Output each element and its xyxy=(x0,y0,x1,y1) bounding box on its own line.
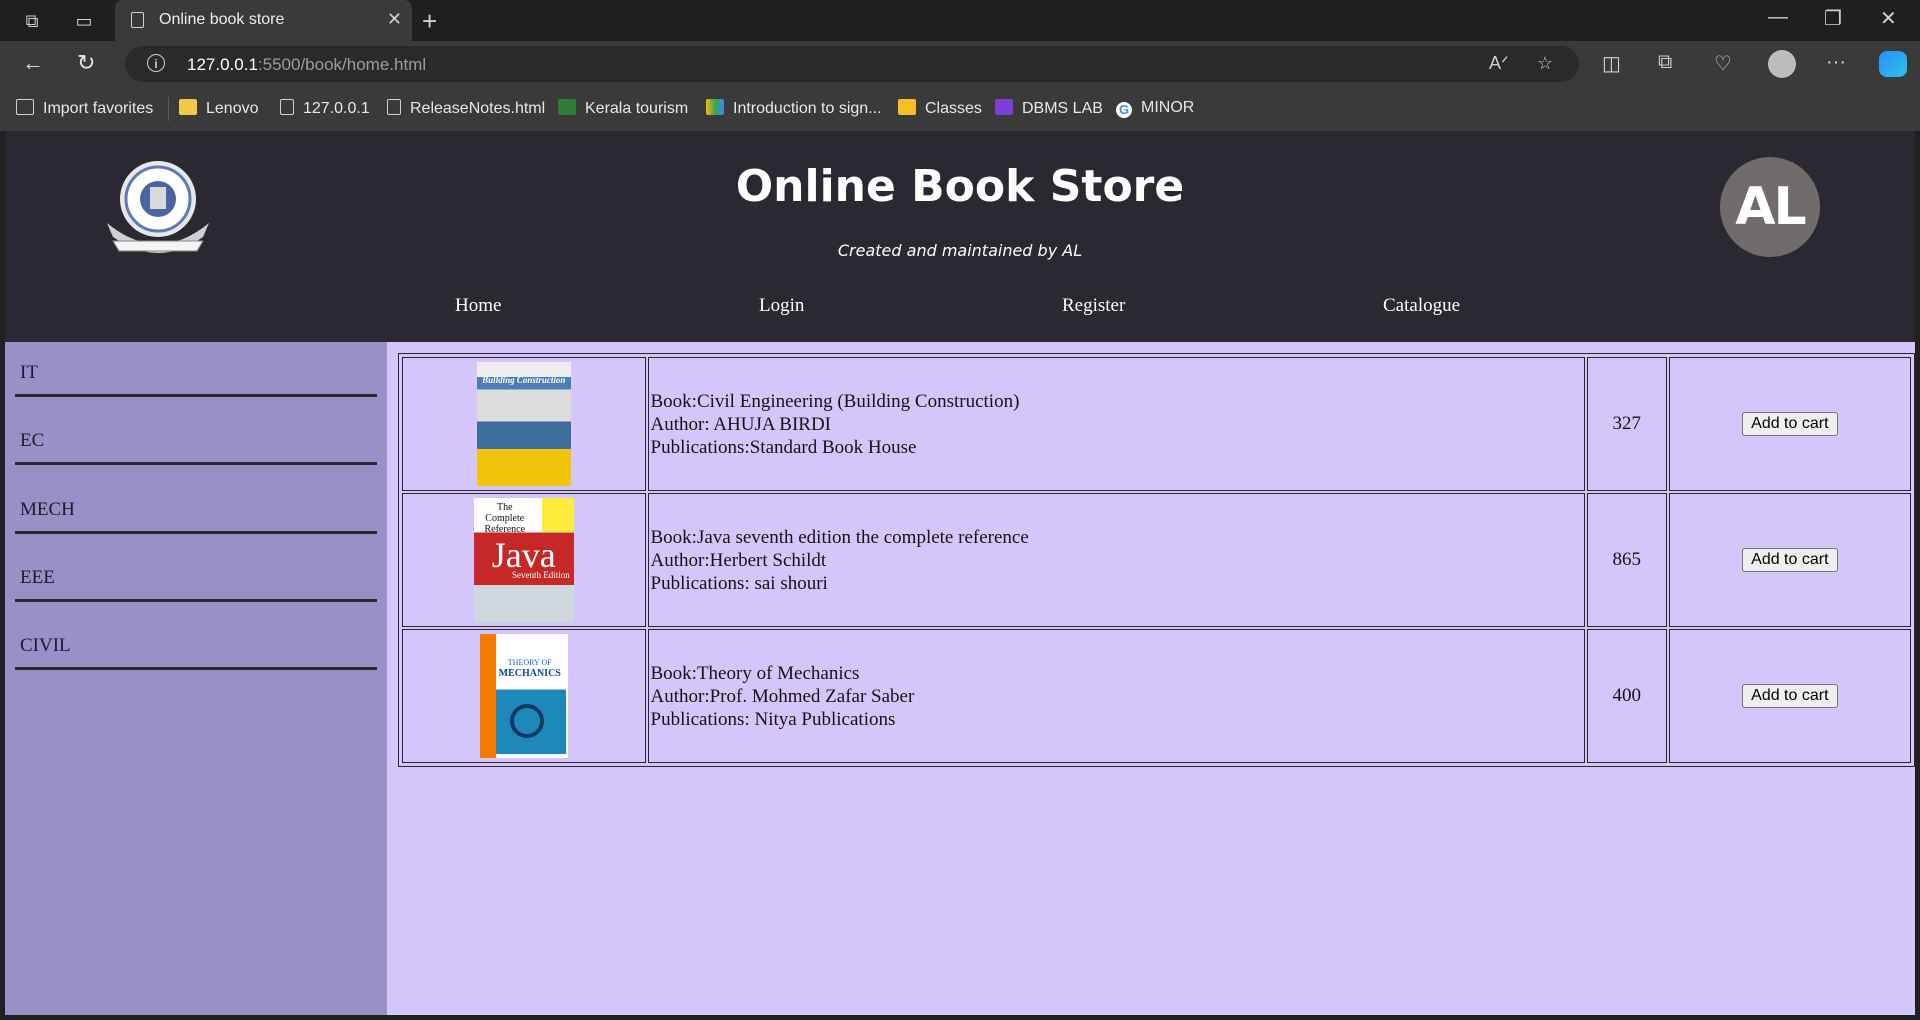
category-ec[interactable]: EC xyxy=(15,410,377,465)
google-icon: G xyxy=(1116,102,1132,118)
page-icon xyxy=(387,99,401,115)
classroom-icon xyxy=(898,99,916,115)
import-icon xyxy=(16,99,34,115)
kerala-icon xyxy=(558,99,576,115)
table-row: The Complete Reference Java Seventh Edit… xyxy=(402,493,1911,627)
book-cover-image: Building Construction xyxy=(476,362,571,486)
book-price: 400 xyxy=(1586,629,1667,763)
book-publication: Publications: sai shouri xyxy=(650,572,828,594)
back-icon[interactable]: ← xyxy=(22,50,44,76)
book-author: Author:Prof. Mohmed Zafar Saber xyxy=(650,685,915,707)
book-publication: Publications: Nitya Publications xyxy=(650,708,896,730)
favorite-star-icon[interactable]: ☆ xyxy=(1537,53,1553,74)
page-icon xyxy=(131,12,144,28)
table-row: Building Construction Book:Civil Enginee… xyxy=(402,357,1911,491)
book-cover-image: The Complete Reference Java Seventh Edit… xyxy=(473,498,574,622)
page-viewport: Online Book Store Created and maintained… xyxy=(5,131,1915,1015)
page-icon xyxy=(280,99,294,115)
add-to-cart-button[interactable]: Add to cart xyxy=(1742,548,1838,572)
bookmark-kerala-tourism[interactable]: Kerala tourism xyxy=(558,99,688,118)
category-mech[interactable]: MECH xyxy=(15,479,377,534)
site-header: Online Book Store Created and maintained… xyxy=(5,131,1915,342)
drive-icon xyxy=(706,99,724,115)
more-menu-icon[interactable]: ··· xyxy=(1826,51,1846,74)
category-label: IT xyxy=(20,362,38,383)
category-eee[interactable]: EEE xyxy=(15,547,377,602)
category-label: EC xyxy=(20,430,45,451)
browser-toolbar: ← ↻ i 127.0.0.1:5500/book/home.html Aᐟ ☆… xyxy=(0,41,1920,87)
bookmarks-bar: Import favorites Lenovo 127.0.0.1 Releas… xyxy=(0,87,1920,131)
site-info-icon[interactable]: i xyxy=(147,54,165,72)
new-tab-icon[interactable]: + xyxy=(422,6,437,37)
book-info-cell: Book:Java seventh edition the complete r… xyxy=(647,493,1585,627)
book-title: Book:Theory of Mechanics xyxy=(650,662,860,684)
book-price: 865 xyxy=(1586,493,1667,627)
action-cell: Add to cart xyxy=(1668,493,1911,627)
vertical-tabs-icon[interactable]: ▭ xyxy=(71,8,97,34)
bookmark-release-notes[interactable]: ReleaseNotes.html xyxy=(387,99,545,118)
cover-cell: The Complete Reference Java Seventh Edit… xyxy=(402,493,646,627)
book-title: Book:Java seventh edition the complete r… xyxy=(650,526,1029,548)
action-cell: Add to cart xyxy=(1668,629,1911,763)
category-sidebar: IT EC MECH EEE CIVIL xyxy=(5,342,387,1015)
book-table: Building Construction Book:Civil Enginee… xyxy=(398,353,1915,767)
book-author: Author: AHUJA BIRDI xyxy=(650,413,832,435)
category-civil[interactable]: CIVIL xyxy=(15,615,377,670)
category-label: EEE xyxy=(20,567,55,588)
address-bar[interactable]: i 127.0.0.1:5500/book/home.html Aᐟ ☆ xyxy=(125,46,1579,82)
action-cell: Add to cart xyxy=(1668,357,1911,491)
bookmark-classes[interactable]: Classes xyxy=(898,99,982,118)
brand-avatar: AL xyxy=(1720,157,1820,257)
nav-login[interactable]: Login xyxy=(759,295,804,317)
add-to-cart-button[interactable]: Add to cart xyxy=(1742,684,1838,708)
tab-title: Online book store xyxy=(159,11,285,28)
category-label: CIVIL xyxy=(20,635,71,656)
refresh-icon[interactable]: ↻ xyxy=(77,50,95,76)
bookmark-lenovo[interactable]: Lenovo xyxy=(179,99,259,118)
browser-essentials-icon[interactable]: ♡ xyxy=(1714,51,1732,76)
split-screen-icon[interactable]: ◫ xyxy=(1602,51,1621,76)
restore-icon[interactable]: ❐ xyxy=(1824,6,1842,31)
read-aloud-icon[interactable]: Aᐟ xyxy=(1489,53,1509,74)
site-title: Online Book Store xyxy=(735,161,1185,212)
bookmark-separator xyxy=(168,97,169,121)
bookmark-localhost[interactable]: 127.0.0.1 xyxy=(280,99,370,118)
close-tab-icon[interactable]: ✕ xyxy=(387,9,402,30)
book-title: Book:Civil Engineering (Building Constru… xyxy=(650,390,1020,412)
browser-tab[interactable]: Online book store ✕ xyxy=(115,0,412,41)
category-label: MECH xyxy=(20,499,75,520)
collections-icon[interactable]: ⧉ xyxy=(1658,51,1672,74)
profile-avatar[interactable] xyxy=(1768,50,1796,78)
book-info-cell: Book:Civil Engineering (Building Constru… xyxy=(647,357,1585,491)
minimize-icon[interactable]: — xyxy=(1768,6,1788,29)
nav-register[interactable]: Register xyxy=(1062,295,1125,317)
bookmark-dbms-lab[interactable]: DBMS LAB xyxy=(995,99,1103,118)
table-row: THEORY OF MECHANICS Book:Theory of Mecha… xyxy=(402,629,1911,763)
close-window-icon[interactable]: ✕ xyxy=(1880,6,1897,31)
book-author: Author:Herbert Schildt xyxy=(650,549,827,571)
book-price: 327 xyxy=(1586,357,1667,491)
dbms-icon xyxy=(995,99,1013,115)
bookmark-introduction[interactable]: Introduction to sign... xyxy=(706,99,882,118)
folder-icon xyxy=(179,99,197,115)
book-info-cell: Book:Theory of Mechanics Author:Prof. Mo… xyxy=(647,629,1585,763)
copilot-icon[interactable] xyxy=(1879,51,1907,77)
nav-home[interactable]: Home xyxy=(455,295,501,317)
url-text[interactable]: 127.0.0.1:5500/book/home.html xyxy=(187,55,426,75)
book-publication: Publications:Standard Book House xyxy=(650,436,917,458)
bookmark-import-favorites[interactable]: Import favorites xyxy=(16,99,153,118)
cover-cell: Building Construction xyxy=(402,357,646,491)
browser-tab-bar: ⧉ ▭ Online book store ✕ + — ❐ ✕ xyxy=(0,0,1920,41)
book-cover-image: THEORY OF MECHANICS xyxy=(479,634,568,758)
workspaces-icon[interactable]: ⧉ xyxy=(19,8,45,34)
add-to-cart-button[interactable]: Add to cart xyxy=(1742,412,1838,436)
cover-cell: THEORY OF MECHANICS xyxy=(402,629,646,763)
bookmark-minor[interactable]: G MINOR xyxy=(1116,99,1194,118)
nav-catalogue[interactable]: Catalogue xyxy=(1383,295,1460,317)
category-it[interactable]: IT xyxy=(15,342,377,397)
site-subtitle: Created and maintained by AL xyxy=(837,241,1083,260)
